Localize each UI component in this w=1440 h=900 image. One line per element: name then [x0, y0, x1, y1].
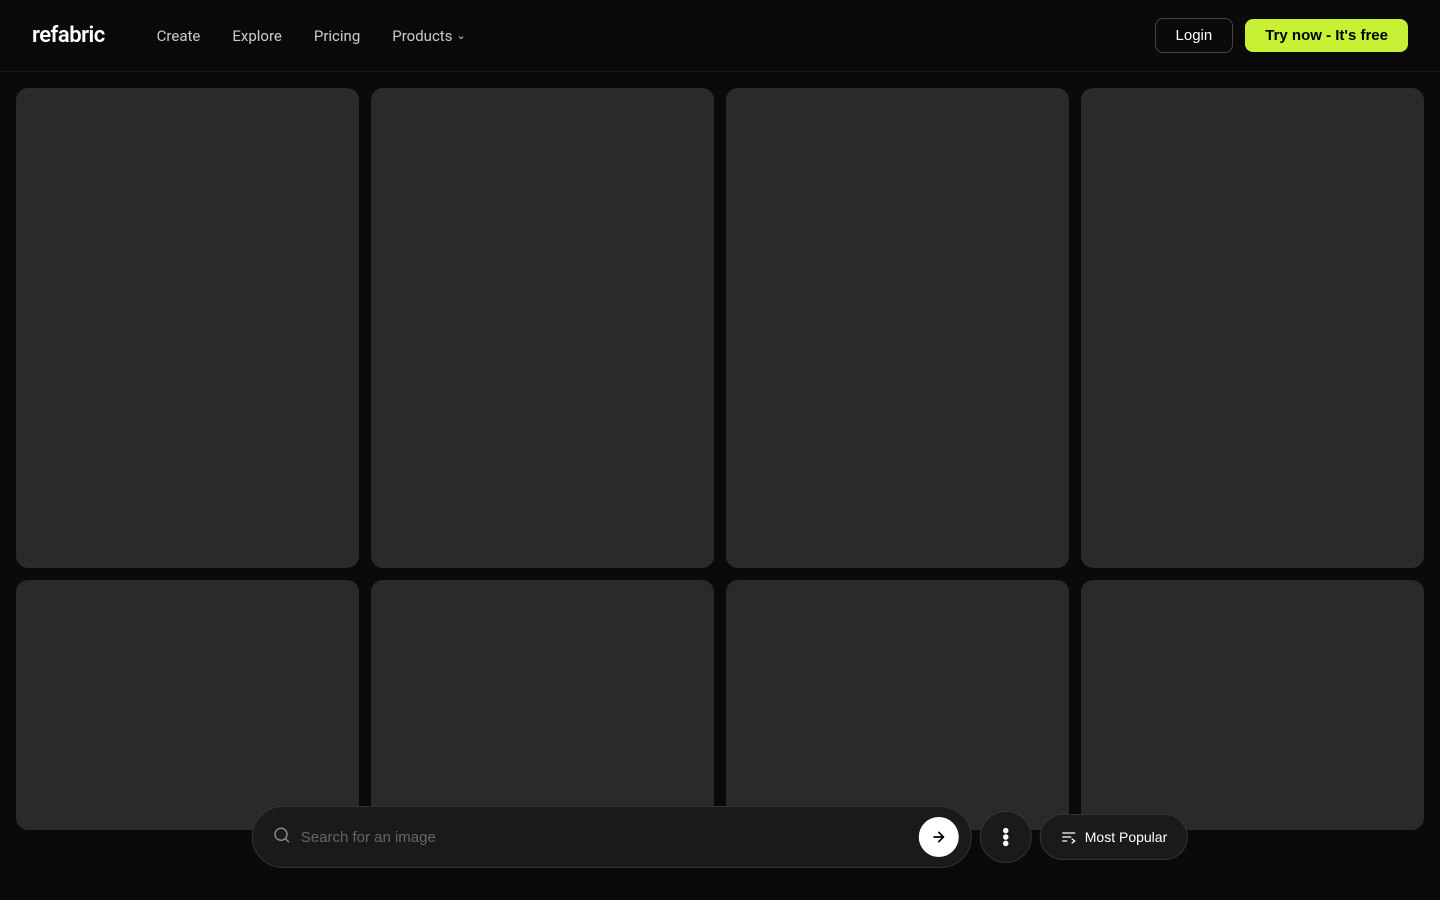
main-content [0, 72, 1440, 846]
sort-icon [1061, 829, 1077, 845]
grid-item-2[interactable] [371, 88, 714, 568]
sort-button[interactable]: Most Popular [1040, 814, 1188, 860]
filter-button[interactable] [980, 811, 1032, 863]
header-right: Login Try now - It's free [1155, 18, 1408, 53]
nav-create[interactable]: Create [145, 21, 213, 51]
sort-label: Most Popular [1085, 829, 1167, 845]
header-left: refabric Create Explore Pricing Products… [32, 21, 478, 51]
search-submit-button[interactable] [919, 817, 959, 857]
search-bar-container: Most Popular [252, 806, 1188, 868]
grid-item-6[interactable] [371, 580, 714, 830]
header: refabric Create Explore Pricing Products… [0, 0, 1440, 72]
grid-item-7[interactable] [726, 580, 1069, 830]
nav-products[interactable]: Products ⌄ [380, 21, 477, 51]
nav-explore[interactable]: Explore [220, 21, 294, 51]
search-icon [273, 826, 291, 848]
grid-item-1[interactable] [16, 88, 359, 568]
search-bar [252, 806, 972, 868]
grid-item-5[interactable] [16, 580, 359, 830]
login-button[interactable]: Login [1155, 18, 1234, 53]
try-now-button[interactable]: Try now - It's free [1245, 19, 1408, 52]
nav-pricing[interactable]: Pricing [302, 21, 372, 51]
search-input[interactable] [301, 829, 909, 846]
grid-item-3[interactable] [726, 88, 1069, 568]
grid-item-4[interactable] [1081, 88, 1424, 568]
main-nav: Create Explore Pricing Products ⌄ [145, 21, 478, 51]
chevron-down-icon: ⌄ [456, 29, 465, 42]
image-grid [16, 88, 1424, 830]
logo[interactable]: refabric [32, 23, 105, 48]
grid-item-8[interactable] [1081, 580, 1424, 830]
